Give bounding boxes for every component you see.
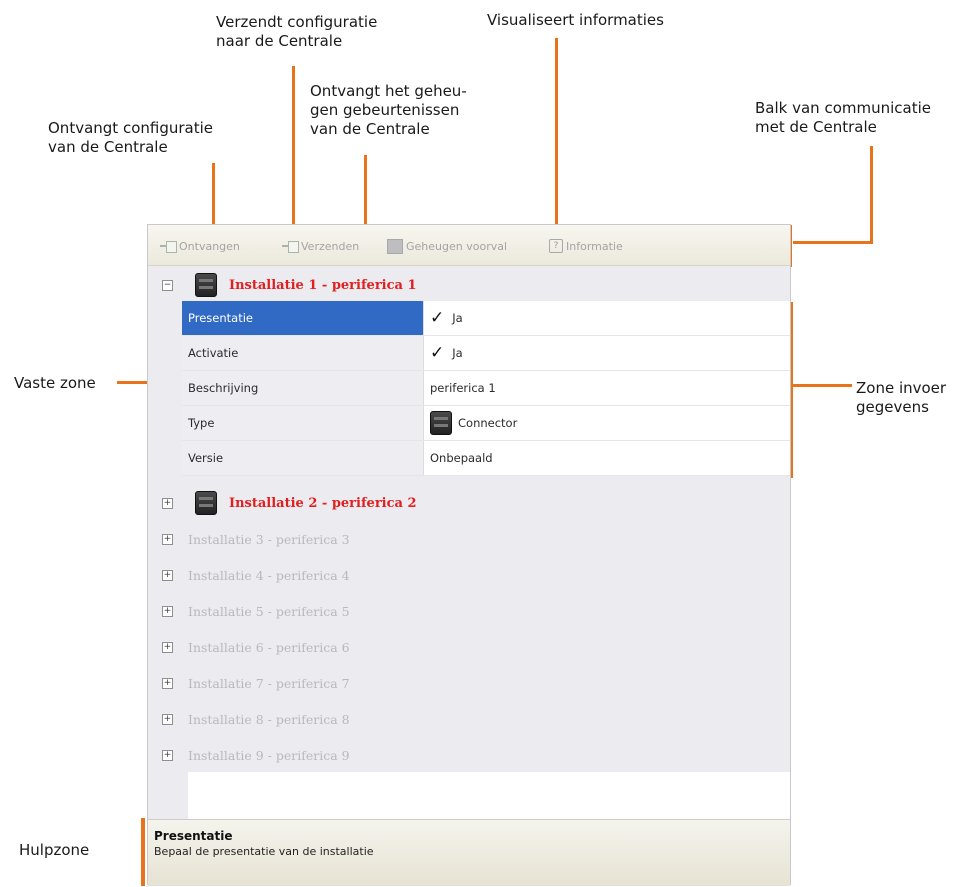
property-name[interactable]: Versie [182, 441, 424, 475]
annotation-line: van de Centrale [48, 138, 168, 156]
annotation-receive-config: Ontvangt configuratie van de Centrale [48, 119, 213, 157]
installation-row[interactable]: + Installatie 5 - periferica 5 [148, 594, 790, 628]
annotation-line: gen gebeurtenissen [310, 101, 460, 119]
property-value-text: Connector [458, 416, 518, 430]
installation-title: Installatie 2 - periferica 2 [229, 495, 417, 511]
installation-title: Installatie 4 - periferica 4 [188, 567, 350, 583]
annotation-line: gegevens [856, 398, 929, 416]
device-panel-icon [430, 411, 452, 435]
empty-area [188, 772, 790, 820]
property-row-type[interactable]: Type Connector [182, 406, 790, 441]
plus-box-icon[interactable]: + [162, 641, 173, 653]
device-panel-icon [195, 491, 217, 515]
leader-data-zone [792, 384, 852, 387]
property-row-presentatie[interactable]: Presentatie ✓ Ja [182, 301, 790, 336]
memory-button[interactable]: Geheugen voorval [387, 237, 507, 255]
receive-label: Ontvangen [179, 239, 240, 253]
property-name[interactable]: Beschrijving [182, 371, 424, 405]
receive-button[interactable]: Ontvangen [160, 237, 240, 255]
property-value[interactable]: ✓ Ja [424, 301, 790, 335]
annotation-data-zone: Zone invoer gegevens [856, 379, 946, 417]
annotation-line: van de Centrale [310, 120, 430, 138]
installation-row[interactable]: + Installatie 7 - periferica 7 [148, 666, 790, 700]
installation-title: Installatie 1 - periferica 1 [229, 277, 417, 293]
annotation-line: Visualiseert informaties [487, 11, 664, 29]
property-grid: Presentatie ✓ Ja Activatie ✓ Ja Beschrij… [182, 301, 790, 476]
check-icon: ✓ [430, 343, 445, 363]
help-title: Presentatie [154, 829, 233, 843]
installation-row[interactable]: + Installatie 4 - periferica 4 [148, 558, 790, 592]
annotation-line: Zone invoer [856, 379, 947, 397]
minus-box-icon[interactable]: − [162, 279, 173, 291]
help-text: Bepaal de presentatie van de installatie [154, 845, 374, 858]
info-button[interactable]: ? Informatie [549, 237, 623, 255]
installation-title: Installatie 9 - periferica 9 [188, 747, 350, 763]
plus-box-icon[interactable]: + [162, 677, 173, 689]
info-label: Informatie [566, 239, 623, 253]
annotation-line: Ontvangt configuratie [48, 119, 213, 137]
installation-title: Installatie 6 - periferica 6 [188, 639, 350, 655]
plus-box-icon[interactable]: + [162, 497, 173, 509]
help-zone: Presentatie Bepaal de presentatie van de… [148, 819, 790, 886]
send-button[interactable]: Verzenden [282, 237, 359, 255]
bracket-help-zone [141, 818, 145, 886]
installation-title: Installatie 5 - periferica 5 [188, 603, 350, 619]
property-value[interactable]: Onbepaald [424, 441, 790, 475]
leader-comm-horizontal [793, 241, 873, 244]
plus-box-icon[interactable]: + [162, 749, 173, 761]
configuration-panel: Ontvangen Verzenden Geheugen voorval ? I… [147, 224, 791, 886]
installation-row[interactable]: + Installatie 6 - periferica 6 [148, 630, 790, 664]
plus-box-icon[interactable]: + [162, 533, 173, 545]
property-value-text: Ja [452, 346, 463, 360]
annotation-receive-memory: Ontvangt het geheu- gen gebeurtenissen v… [310, 82, 467, 139]
property-value-text: Ja [452, 311, 463, 325]
property-row-beschrijving[interactable]: Beschrijving periferica 1 [182, 371, 790, 406]
device-panel-icon [195, 273, 217, 297]
property-row-activatie[interactable]: Activatie ✓ Ja [182, 336, 790, 371]
property-value[interactable]: Connector [424, 406, 790, 440]
leader-comm-vertical [870, 146, 873, 244]
annotation-help-zone: Hulpzone [19, 841, 90, 859]
annotation-line: Balk van communicatie [755, 99, 931, 117]
annotation-line: met de Centrale [755, 118, 877, 136]
annotation-line: naar de Centrale [216, 32, 343, 50]
property-name[interactable]: Activatie [182, 336, 424, 370]
installation-title: Installatie 7 - periferica 7 [188, 675, 350, 691]
installation-title: Installatie 8 - periferica 8 [188, 711, 350, 727]
memory-icon [387, 238, 403, 254]
installation-row[interactable]: + Installatie 9 - periferica 9 [148, 738, 790, 772]
installation-row[interactable]: + Installatie 2 - periferica 2 [148, 486, 790, 520]
receive-icon [160, 239, 177, 253]
leader-info [555, 38, 558, 244]
communication-toolbar: Ontvangen Verzenden Geheugen voorval ? I… [148, 225, 790, 266]
installation-row[interactable]: − Installatie 1 - periferica 1 [148, 268, 790, 302]
property-value[interactable]: ✓ Ja [424, 336, 790, 370]
plus-box-icon[interactable]: + [162, 569, 173, 581]
info-icon: ? [549, 239, 563, 253]
property-value[interactable]: periferica 1 [424, 371, 790, 405]
check-icon: ✓ [430, 308, 445, 328]
installation-row[interactable]: + Installatie 3 - periferica 3 [148, 522, 790, 556]
memory-label: Geheugen voorval [406, 239, 508, 253]
annotation-line: Ontvangt het geheu- [310, 82, 467, 100]
leader-send [292, 66, 295, 242]
property-name[interactable]: Type [182, 406, 424, 440]
plus-box-icon[interactable]: + [162, 605, 173, 617]
annotation-comm-bar: Balk van communicatie met de Centrale [755, 99, 931, 137]
annotation-show-info: Visualiseert informaties [487, 11, 664, 30]
annotation-line: Verzendt configuratie [216, 13, 378, 31]
plus-box-icon[interactable]: + [162, 713, 173, 725]
send-label: Verzenden [301, 239, 360, 253]
annotation-fixed-zone: Vaste zone [14, 374, 96, 392]
property-name[interactable]: Presentatie [182, 301, 424, 335]
installation-row[interactable]: + Installatie 8 - periferica 8 [148, 702, 790, 736]
annotation-send-config: Verzendt configuratie naar de Centrale [216, 13, 377, 51]
installation-title: Installatie 3 - periferica 3 [188, 531, 350, 547]
property-row-versie[interactable]: Versie Onbepaald [182, 441, 790, 476]
send-icon [282, 239, 299, 253]
